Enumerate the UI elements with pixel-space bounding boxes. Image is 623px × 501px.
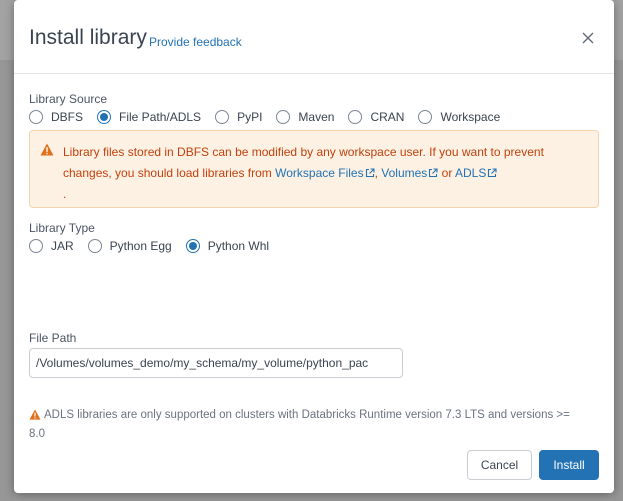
close-button[interactable]: [578, 28, 598, 48]
external-link-icon: [488, 168, 497, 178]
library-type-label: Library Type: [29, 221, 95, 235]
radio-workspace[interactable]: Workspace: [418, 110, 500, 124]
radio-workspace-label: Workspace: [440, 110, 501, 124]
radio-pypi-circle: [215, 110, 230, 124]
radio-python-whl[interactable]: Python Whl: [185, 239, 270, 253]
file-path-input[interactable]: [29, 348, 403, 378]
radio-python-egg[interactable]: Python Egg: [87, 239, 172, 253]
warning-separator-2: or: [438, 166, 455, 180]
warning-icon: [40, 143, 54, 156]
adls-note-text: ADLS libraries are only supported on clu…: [29, 409, 570, 440]
provide-feedback-link[interactable]: Provide feedback: [149, 35, 242, 49]
radio-cran-label: CRAN: [370, 110, 405, 124]
radio-pypi[interactable]: PyPI: [215, 110, 262, 124]
radio-cran[interactable]: CRAN: [348, 110, 404, 124]
radio-maven-circle: [276, 110, 291, 124]
radio-python-whl-circle: [185, 239, 200, 253]
radio-dbfs-label: DBFS: [51, 110, 84, 124]
install-library-dialog: Install library Provide feedback Library…: [14, 0, 614, 493]
radio-pypi-label: PyPI: [237, 110, 263, 124]
radio-maven[interactable]: Maven: [276, 110, 334, 124]
radio-file-path-adls-circle: [97, 110, 112, 124]
dbfs-warning-alert: Library files stored in DBFS can be modi…: [29, 130, 599, 208]
install-button[interactable]: Install: [539, 450, 599, 480]
warning-trailing-period: .: [63, 187, 67, 201]
library-source-label: Library Source: [29, 92, 108, 106]
workspace-files-link[interactable]: Workspace Files: [275, 166, 375, 180]
radio-jar-circle: [29, 239, 43, 253]
radio-python-whl-label: Python Whl: [207, 239, 270, 253]
radio-dbfs[interactable]: DBFS: [29, 110, 83, 124]
close-icon: [582, 32, 594, 44]
background-left-panel: [0, 60, 14, 501]
radio-jar-label: JAR: [51, 239, 74, 253]
external-link-icon: [429, 168, 438, 178]
radio-file-path-adls[interactable]: File Path/ADLS: [97, 110, 201, 124]
library-type-radio-group: JAR Python Egg Python Whl: [29, 239, 283, 253]
adls-link-label: ADLS: [455, 166, 487, 180]
radio-python-egg-label: Python Egg: [109, 239, 172, 253]
library-source-radio-group: DBFS File Path/ADLS PyPI Maven CRAN Work…: [29, 110, 514, 124]
external-link-icon: [365, 168, 375, 178]
file-path-label: File Path: [29, 331, 77, 345]
cancel-button[interactable]: Cancel: [467, 450, 532, 480]
radio-jar[interactable]: JAR: [29, 239, 74, 253]
adls-support-note: ADLS libraries are only supported on clu…: [29, 406, 589, 444]
workspace-files-link-label: Workspace Files: [275, 166, 364, 180]
radio-maven-label: Maven: [298, 110, 335, 124]
radio-cran-circle: [348, 110, 363, 124]
volumes-link-label: Volumes: [381, 166, 428, 180]
radio-workspace-circle: [418, 110, 433, 124]
radio-file-path-adls-label: File Path/ADLS: [119, 110, 202, 124]
adls-link[interactable]: ADLS: [455, 166, 497, 180]
dialog-header: Install library Provide feedback: [14, 0, 614, 74]
dialog-title: Install library: [29, 26, 147, 49]
radio-python-egg-circle: [87, 239, 102, 253]
warning-icon: [29, 409, 41, 420]
background-right-panel: [613, 60, 623, 501]
warning-message: Library files stored in DBFS can be modi…: [63, 142, 593, 205]
radio-dbfs-circle: [29, 110, 43, 124]
volumes-link[interactable]: Volumes: [381, 166, 438, 180]
